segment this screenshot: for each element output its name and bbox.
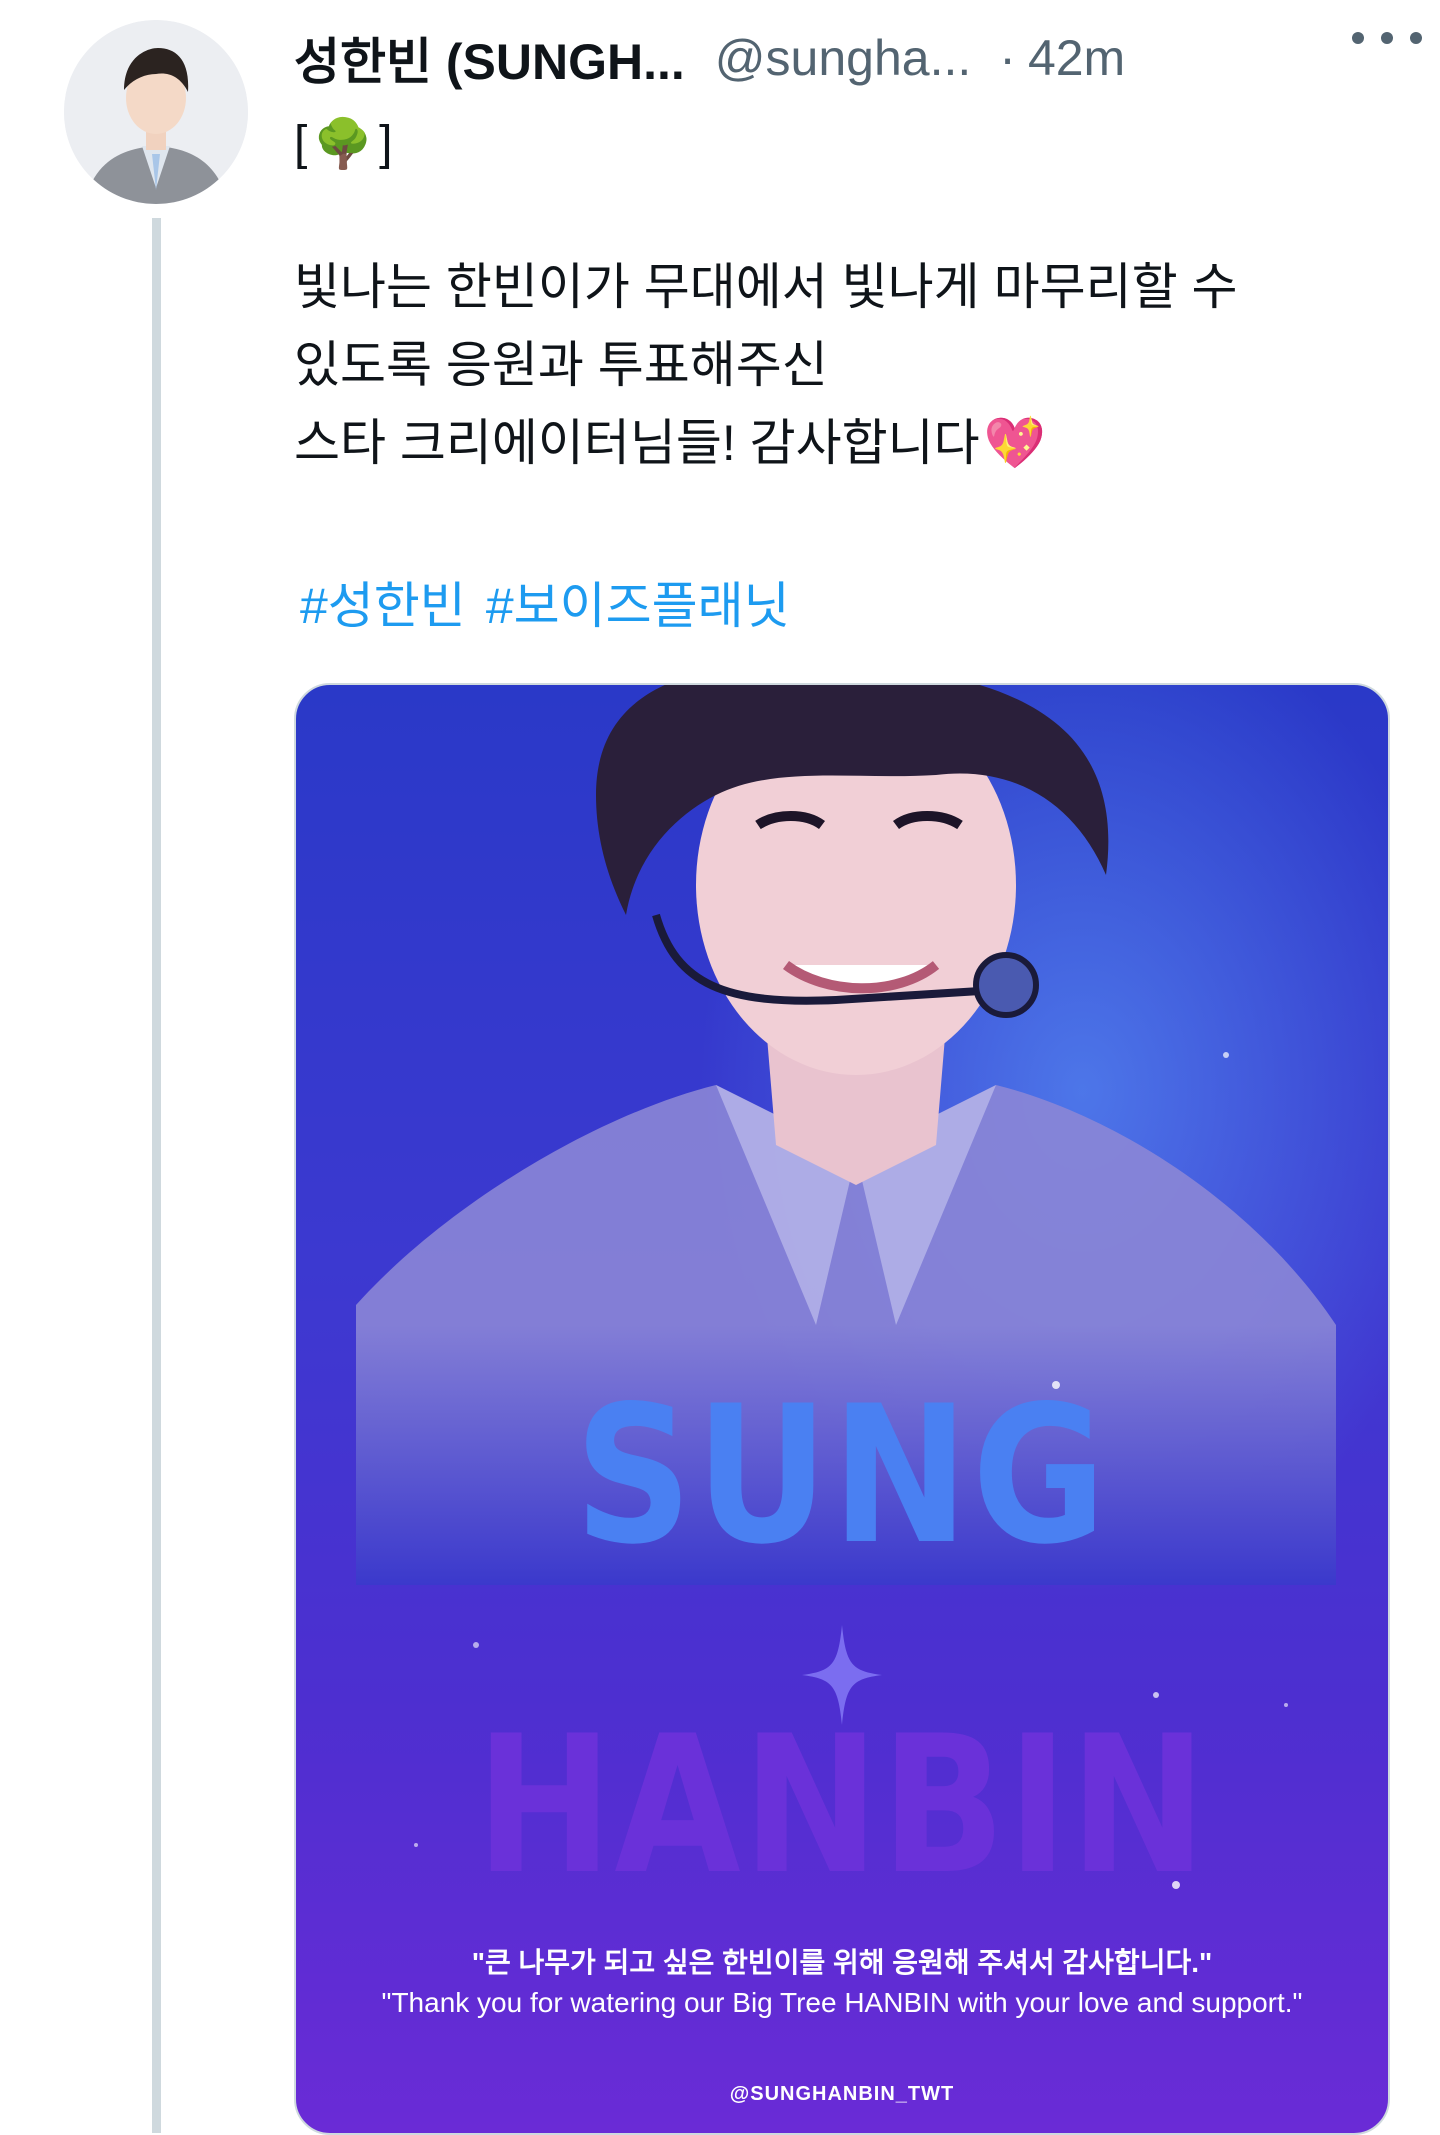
- poster-credit: @SUNGHANBIN_TWT: [729, 2083, 955, 2105]
- bracket-open: [: [294, 116, 308, 170]
- more-dot: [1410, 32, 1422, 44]
- hashtag-link[interactable]: #보이즈플래닛: [486, 578, 790, 634]
- more-dot: [1352, 32, 1364, 44]
- tree-line: [ 🌳 ]: [294, 108, 392, 178]
- poster-quote-korean: "큰 나무가 되고 싶은 한빈이를 위해 응원해 주셔서 감사합니다.": [471, 1947, 1213, 1978]
- hashtags: #성한빈 #보이즈플래닛: [300, 566, 810, 638]
- more-icon[interactable]: [1352, 18, 1422, 58]
- thread-connector-line: [152, 218, 161, 2133]
- body-line-3-text: 스타 크리에이터님들! 감사합니다: [294, 415, 980, 471]
- poster-title-bottom: HANBIN: [475, 1695, 1209, 1916]
- more-dot: [1381, 32, 1393, 44]
- body-line-1: 빛나는 한빈이가 무대에서 빛나게 마무리할 수: [294, 259, 1238, 315]
- hashtag-link[interactable]: #성한빈: [300, 578, 466, 634]
- poster-title-top: SUNG: [574, 1365, 1110, 1586]
- avatar[interactable]: [64, 20, 248, 204]
- tweet-body: 빛나는 한빈이가 무대에서 빛나게 마무리할 수 있도록 응원과 투표해주신 스…: [294, 248, 1404, 482]
- tweet-media-image[interactable]: SUNG HANBIN "큰 나무가 되고 싶은 한빈이를 위해 응원해 주셔서…: [294, 683, 1390, 2135]
- poster-quote-english: "Thank you for watering our Big Tree HAN…: [381, 1987, 1303, 2018]
- separator-dot: ·: [999, 30, 1016, 86]
- body-line-2: 있도록 응원과 투표해주신: [294, 337, 828, 393]
- user-handle[interactable]: @sungha...: [715, 29, 971, 87]
- heart-emoji: 💖: [983, 415, 1046, 471]
- bracket-close: ]: [379, 116, 393, 170]
- tree-emoji: 🌳: [313, 117, 374, 171]
- timestamp[interactable]: 42m: [1028, 29, 1125, 87]
- display-name[interactable]: 성한빈 (SUNGH...: [294, 22, 685, 94]
- avatar-image: [64, 20, 248, 204]
- tweet-header: 성한빈 (SUNGH... @sungha... · 42m: [294, 22, 1414, 94]
- body-line-3: 스타 크리에이터님들! 감사합니다💖: [294, 404, 1404, 482]
